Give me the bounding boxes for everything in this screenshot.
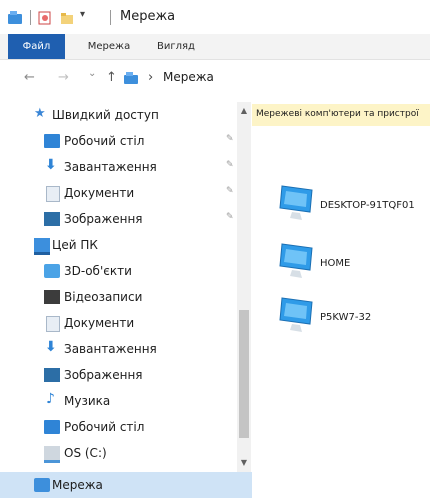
network-icon <box>34 478 50 492</box>
device-name: P5KW7-32 <box>320 312 372 323</box>
computer-monitor-icon <box>279 185 313 220</box>
computer-icon <box>34 238 50 255</box>
nav-item-label: Зображення <box>64 368 143 382</box>
pin-icon: ✎ <box>226 212 234 222</box>
window-title: Мережа <box>120 9 176 24</box>
nav-item-videos[interactable]: Відеозаписи <box>0 284 236 310</box>
nav-item-label: OS (C:) <box>64 446 107 460</box>
computer-monitor-icon <box>279 297 313 332</box>
nav-item-pictures[interactable]: Зображення ✎ <box>0 206 236 232</box>
nav-item-label: Мережа <box>52 478 103 492</box>
address-bar: ← → ⌄ ↑ › Мережа <box>0 62 430 94</box>
tab-network[interactable]: Мережа <box>80 34 138 59</box>
nav-item-label: Завантаження <box>64 160 157 174</box>
nav-item-quick-access[interactable]: ★ Швидкий доступ <box>0 102 236 128</box>
device-name: DESKTOP-91TQF01 <box>320 200 415 211</box>
forward-arrow-icon[interactable]: → <box>58 70 69 85</box>
nav-item-network[interactable]: Мережа <box>0 472 252 498</box>
nav-item-pc-desktop[interactable]: Робочий стіл <box>0 414 236 440</box>
group-header[interactable]: Мережеві комп'ютери та пристрої <box>252 104 430 126</box>
videos-icon <box>44 290 60 304</box>
documents-icon <box>46 186 60 202</box>
nav-item-pc-downloads[interactable]: ⬇ Завантаження <box>0 336 236 362</box>
recent-locations-icon[interactable]: ⌄ <box>88 68 96 79</box>
group-header-label: Мережеві комп'ютери та пристрої <box>256 109 419 119</box>
network-device-item[interactable]: DESKTOP-91TQF01 <box>276 182 430 228</box>
breadcrumb-network[interactable]: Мережа <box>163 70 214 84</box>
nav-item-pc-documents[interactable]: Документи <box>0 310 236 336</box>
desktop-folder-icon <box>44 420 60 434</box>
back-arrow-icon[interactable]: ← <box>24 70 35 85</box>
nav-item-label: Робочий стіл <box>64 134 145 148</box>
3d-objects-icon <box>44 264 60 278</box>
separator <box>30 10 31 25</box>
scroll-up-arrow-icon[interactable]: ▲ <box>239 106 249 115</box>
drive-icon <box>44 446 60 463</box>
tab-view[interactable]: Вигляд <box>146 34 206 59</box>
downloads-icon: ⬇ <box>45 339 57 355</box>
nav-item-os-drive[interactable]: OS (C:) <box>0 440 236 466</box>
network-device-item[interactable]: P5KW7-32 <box>276 294 430 340</box>
nav-item-documents[interactable]: Документи ✎ <box>0 180 236 206</box>
pictures-icon <box>44 212 60 226</box>
nav-item-label: Зображення <box>64 212 143 226</box>
up-arrow-icon[interactable]: ↑ <box>106 70 117 85</box>
device-name: HOME <box>320 258 351 269</box>
pictures-icon <box>44 368 60 382</box>
nav-item-this-pc[interactable]: Цей ПК <box>0 232 236 258</box>
new-folder-icon[interactable] <box>60 11 74 25</box>
ribbon-tabs: Файл Мережа Вигляд <box>0 34 430 60</box>
nav-item-label: Завантаження <box>64 342 157 356</box>
network-device-item[interactable]: HOME <box>276 240 430 286</box>
nav-scrollbar-thumb[interactable] <box>239 310 249 438</box>
network-location-icon <box>124 72 138 84</box>
separator <box>110 10 111 25</box>
nav-item-label: Робочий стіл <box>64 420 145 434</box>
nav-item-label: Музика <box>64 394 111 408</box>
nav-item-label: 3D-об'єкти <box>64 264 132 278</box>
nav-item-3d-objects[interactable]: 3D-об'єкти <box>0 258 236 284</box>
breadcrumb-separator-icon: › <box>148 70 154 85</box>
title-bar: ▾ Мережа <box>0 0 430 34</box>
navigation-pane: ★ Швидкий доступ Робочий стіл ✎ ⬇ Завант… <box>0 94 252 498</box>
tab-file[interactable]: Файл <box>8 34 65 59</box>
pin-icon: ✎ <box>226 160 234 170</box>
pin-icon: ✎ <box>226 134 234 144</box>
nav-item-desktop[interactable]: Робочий стіл ✎ <box>0 128 236 154</box>
pin-icon: ✎ <box>226 186 234 196</box>
nav-item-label: Цей ПК <box>52 238 98 252</box>
nav-item-pc-pictures[interactable]: Зображення <box>0 362 236 388</box>
properties-icon[interactable] <box>38 11 52 25</box>
desktop-folder-icon <box>44 134 60 148</box>
music-icon: ♪ <box>46 391 55 407</box>
scroll-down-arrow-icon[interactable]: ▼ <box>239 458 249 467</box>
star-icon: ★ <box>34 106 46 121</box>
customize-toolbar-chevron-icon[interactable]: ▾ <box>80 9 85 20</box>
nav-item-label: Документи <box>64 316 135 330</box>
nav-item-music[interactable]: ♪ Музика <box>0 388 236 414</box>
downloads-icon: ⬇ <box>45 157 57 173</box>
documents-icon <box>46 316 60 332</box>
nav-item-label: Документи <box>64 186 135 200</box>
network-folder-icon[interactable] <box>8 11 24 25</box>
nav-item-label: Відеозаписи <box>64 290 143 304</box>
nav-item-downloads[interactable]: ⬇ Завантаження ✎ <box>0 154 236 180</box>
computer-monitor-icon <box>279 243 313 278</box>
nav-item-label: Швидкий доступ <box>52 108 159 122</box>
